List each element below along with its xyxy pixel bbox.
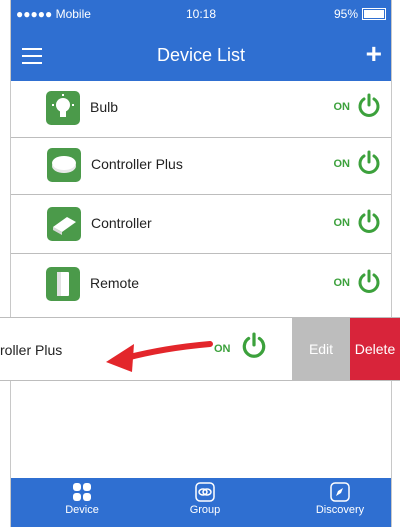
power-icon[interactable] <box>356 269 382 295</box>
edit-button[interactable]: Edit <box>292 318 350 380</box>
plus-icon[interactable]: + <box>366 40 382 68</box>
device-state-label: ON <box>214 343 231 355</box>
app-header: ●●●●● Mobile 10:18 95% Device List + <box>10 0 392 81</box>
status-bar: ●●●●● Mobile 10:18 95% <box>10 0 392 28</box>
device-name: Remote <box>90 275 140 291</box>
power-icon[interactable] <box>356 93 382 119</box>
nav-bar: Device List + <box>10 36 392 76</box>
device-row[interactable]: Bulb ON <box>10 81 392 138</box>
device-state-label: ON <box>333 158 351 170</box>
battery-icon <box>362 8 386 20</box>
device-frame-right <box>391 0 400 527</box>
device-row[interactable]: Controller Plus ON <box>10 138 392 195</box>
device-name: Controller <box>91 215 152 231</box>
device-row[interactable]: Remote ON <box>10 257 392 313</box>
battery-percent: 95% <box>333 7 358 21</box>
power-icon[interactable] <box>240 332 268 360</box>
tab-label: Group <box>189 504 221 516</box>
device-state-label: ON <box>333 101 351 113</box>
delete-button[interactable]: Delete <box>350 318 400 380</box>
link-icon <box>195 482 215 502</box>
device-name: roller Plus <box>0 342 63 358</box>
power-icon[interactable] <box>356 209 382 235</box>
bulb-icon <box>46 91 80 125</box>
device-frame-left <box>0 0 11 527</box>
power-icon[interactable] <box>356 150 382 176</box>
tab-group[interactable]: Group <box>160 478 250 527</box>
swipe-left-arrow-icon <box>106 341 213 372</box>
device-state-label: ON <box>333 277 351 289</box>
controller-plus-icon <box>47 148 81 182</box>
device-state-label: ON <box>333 217 351 229</box>
controller-icon <box>47 207 81 241</box>
page-title: Device List <box>156 45 246 65</box>
grid-icon <box>73 483 91 501</box>
device-row[interactable]: Controller ON <box>10 197 392 254</box>
tab-device[interactable]: Device <box>37 478 127 527</box>
tab-discovery[interactable]: Discovery <box>295 478 385 527</box>
battery-status: 95% <box>334 7 386 21</box>
remote-icon <box>46 267 80 301</box>
device-name: Bulb <box>90 99 119 115</box>
tab-label: Device <box>65 504 99 516</box>
device-name: Controller Plus <box>91 156 183 172</box>
tab-label: Discovery <box>315 504 365 516</box>
bottom-tab-bar: Device Group Discovery <box>10 478 392 527</box>
compass-icon <box>330 482 350 502</box>
